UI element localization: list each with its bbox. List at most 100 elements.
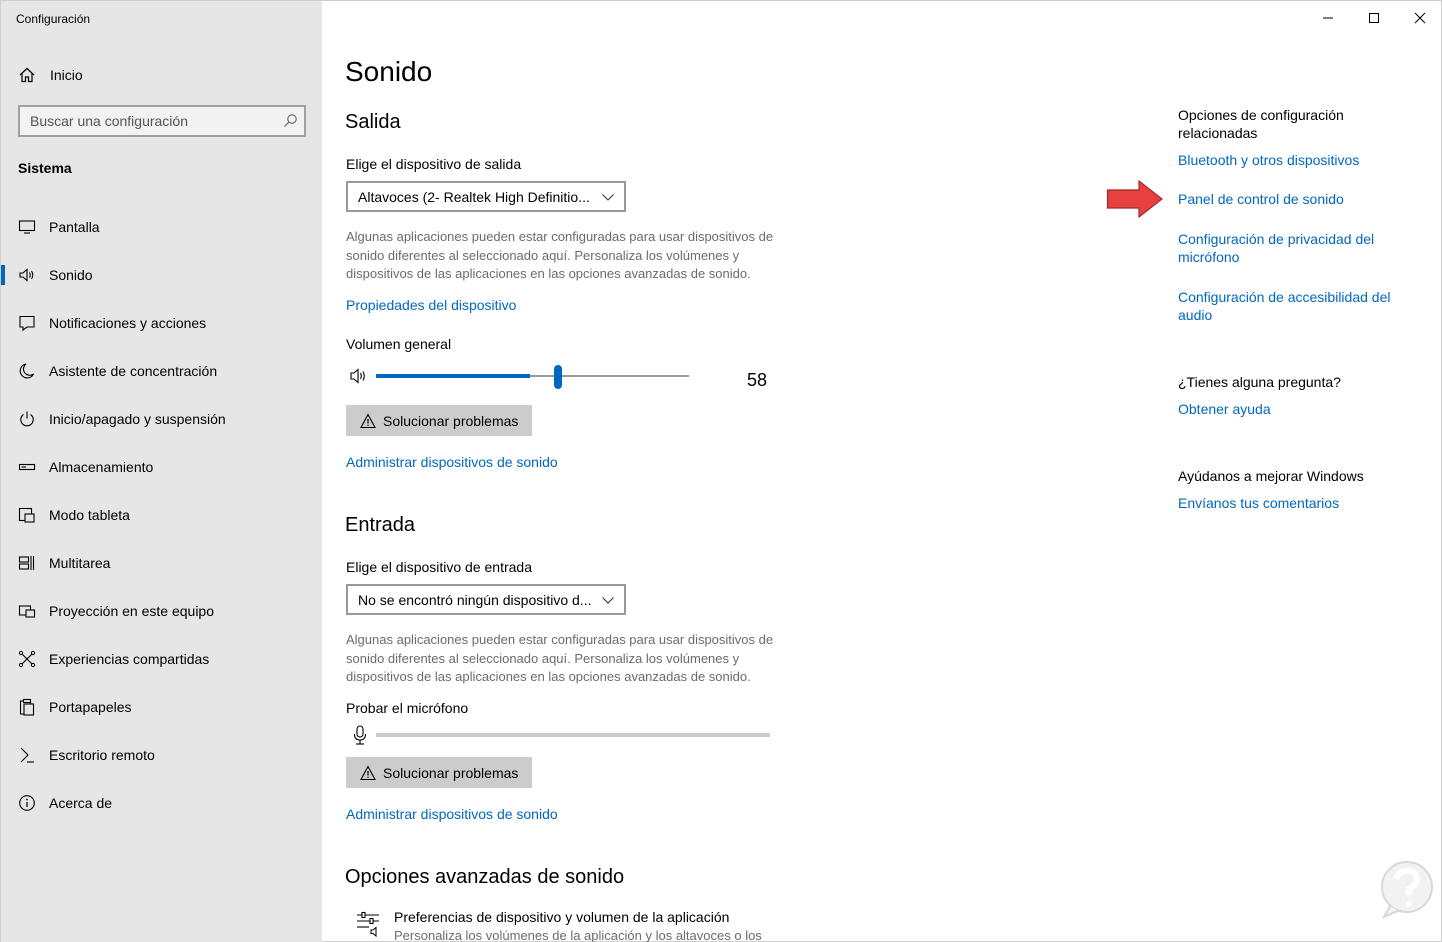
output-heading: Salida — [345, 111, 401, 133]
feedback-link[interactable]: Envíanos tus comentarios — [1178, 494, 1408, 512]
home-icon — [19, 67, 35, 83]
projection-icon — [18, 602, 36, 620]
audio-accessibility-link[interactable]: Configuración de accesibilidad del audio — [1178, 288, 1408, 324]
sidebar-item-energia[interactable]: Inicio/apagado y suspensión — [1, 395, 322, 443]
home-link[interactable]: Inicio — [18, 65, 83, 85]
chevron-down-icon — [602, 194, 614, 201]
output-device-label: Elige el dispositivo de salida — [346, 156, 522, 172]
chevron-down-icon — [602, 597, 614, 604]
improve-heading: Ayúdanos a mejorar Windows — [1178, 468, 1364, 484]
sidebar-item-label: Sonido — [49, 267, 93, 283]
app-volume-description: Personaliza los volúmenes de la aplicaci… — [394, 928, 762, 942]
sidebar-item-label: Almacenamiento — [49, 459, 154, 475]
output-device-select[interactable]: Altavoces (2- Realtek High Definitio... — [346, 181, 626, 212]
sidebar-item-sonido[interactable]: Sonido — [1, 251, 322, 299]
input-heading: Entrada — [345, 514, 416, 536]
close-icon — [1414, 12, 1426, 24]
storage-icon — [18, 458, 36, 476]
app-title: Configuración — [16, 12, 91, 26]
input-device-label: Elige el dispositivo de entrada — [346, 559, 533, 575]
sidebar-item-experiencias[interactable]: Experiencias compartidas — [1, 635, 322, 683]
sidebar-item-label: Notificaciones y acciones — [49, 315, 207, 331]
moon-icon — [18, 362, 36, 380]
settings-window: Configuración Inicio Buscar una configur… — [0, 0, 1442, 942]
sidebar-item-concentracion[interactable]: Asistente de concentración — [1, 347, 322, 395]
speaker-icon — [18, 266, 36, 284]
get-help-link[interactable]: Obtener ayuda — [1178, 400, 1408, 418]
volume-slider-fill — [376, 374, 530, 378]
sidebar-item-escritorio-remoto[interactable]: Escritorio remoto — [1, 731, 322, 779]
mic-level-bar — [376, 733, 770, 737]
troubleshoot-label: Solucionar problemas — [383, 764, 519, 781]
sidebar-item-portapapeles[interactable]: Portapapeles — [1, 683, 322, 731]
output-manage-devices-link[interactable]: Administrar dispositivos de sonido — [346, 454, 558, 470]
sidebar-item-almacenamiento[interactable]: Almacenamiento — [1, 443, 322, 491]
sound-control-panel-link[interactable]: Panel de control de sonido — [1178, 190, 1408, 208]
related-settings-heading: Opciones de configuración relacionadas — [1178, 107, 1344, 141]
watermark-logo — [1381, 861, 1433, 920]
input-device-select[interactable]: No se encontró ningún dispositivo d... — [346, 584, 626, 615]
input-device-value: No se encontró ningún dispositivo d... — [358, 591, 592, 608]
maximize-icon — [1369, 13, 1379, 23]
bluetooth-link[interactable]: Bluetooth y otros dispositivos — [1178, 151, 1408, 169]
display-icon — [18, 218, 36, 236]
input-troubleshoot-button[interactable]: Solucionar problemas — [346, 757, 533, 788]
clipboard-icon — [18, 698, 36, 716]
sidebar-item-label: Multitarea — [49, 555, 111, 571]
sidebar-item-label: Escritorio remoto — [49, 747, 155, 763]
mic-test-label: Probar el micrófono — [346, 700, 469, 716]
device-properties-link[interactable]: Propiedades del dispositivo — [346, 297, 516, 313]
sidebar-item-pantalla[interactable]: Pantalla — [1, 203, 322, 251]
search-input[interactable]: Buscar una configuración — [18, 105, 306, 137]
minimize-button[interactable] — [1305, 1, 1351, 35]
sidebar-nav: Pantalla Sonido Notificaciones y accione… — [1, 203, 322, 827]
shared-icon — [18, 650, 36, 668]
minimize-icon — [1323, 17, 1333, 19]
question-heading: ¿Tienes alguna pregunta? — [1178, 374, 1341, 390]
sidebar-item-notificaciones[interactable]: Notificaciones y acciones — [1, 299, 322, 347]
sidebar-item-label: Inicio/apagado y suspensión — [49, 411, 226, 427]
volume-slider-thumb[interactable] — [553, 365, 562, 389]
warning-icon — [360, 412, 376, 428]
mixer-icon — [357, 911, 379, 937]
app-volume-title: Preferencias de dispositivo y volumen de… — [394, 909, 730, 925]
notification-icon — [18, 314, 36, 332]
input-description: Algunas aplicaciones pueden estar config… — [346, 632, 774, 684]
remote-icon — [18, 746, 36, 764]
volume-value: 58 — [747, 370, 768, 390]
volume-speaker-icon[interactable] — [349, 367, 369, 385]
advanced-heading: Opciones avanzadas de sonido — [345, 866, 625, 888]
sidebar-item-label: Asistente de concentración — [49, 363, 218, 379]
sidebar-item-acerca-de[interactable]: Acerca de — [1, 779, 322, 827]
home-label: Inicio — [50, 67, 83, 83]
close-button[interactable] — [1397, 1, 1442, 35]
sidebar-item-label: Proyección en este equipo — [49, 603, 214, 619]
main-content: Sonido Salida Elige el dispositivo de sa… — [322, 1, 1442, 942]
info-icon — [18, 794, 36, 812]
power-icon — [18, 410, 36, 428]
sidebar-item-proyeccion[interactable]: Proyección en este equipo — [1, 587, 322, 635]
page-title: Sonido — [345, 56, 433, 87]
red-arrow-icon — [1106, 179, 1163, 219]
mic-privacy-link[interactable]: Configuración de privacidad del micrófon… — [1178, 230, 1408, 266]
sidebar-item-tableta[interactable]: Modo tableta — [1, 491, 322, 539]
warning-icon — [360, 764, 376, 780]
sidebar-item-multitarea[interactable]: Multitarea — [1, 539, 322, 587]
output-description: Algunas aplicaciones pueden estar config… — [346, 229, 774, 281]
output-troubleshoot-button[interactable]: Solucionar problemas — [346, 405, 533, 436]
sidebar: Configuración Inicio Buscar una configur… — [1, 1, 322, 942]
troubleshoot-label: Solucionar problemas — [383, 412, 519, 429]
maximize-button[interactable] — [1351, 1, 1397, 35]
multitask-icon — [18, 554, 36, 572]
input-manage-devices-link[interactable]: Administrar dispositivos de sonido — [346, 806, 558, 822]
sidebar-item-label: Experiencias compartidas — [49, 651, 210, 667]
sidebar-item-label: Pantalla — [49, 219, 100, 235]
tablet-icon — [18, 506, 36, 524]
search-placeholder: Buscar una configuración — [30, 113, 188, 129]
window-controls — [1305, 1, 1442, 35]
volume-label: Volumen general — [346, 336, 452, 352]
sidebar-item-label: Modo tableta — [49, 507, 130, 523]
sidebar-item-label: Portapapeles — [49, 699, 132, 715]
app-volume-preferences-item[interactable]: Preferencias de dispositivo y volumen de… — [355, 909, 762, 942]
search-icon[interactable] — [282, 113, 298, 129]
